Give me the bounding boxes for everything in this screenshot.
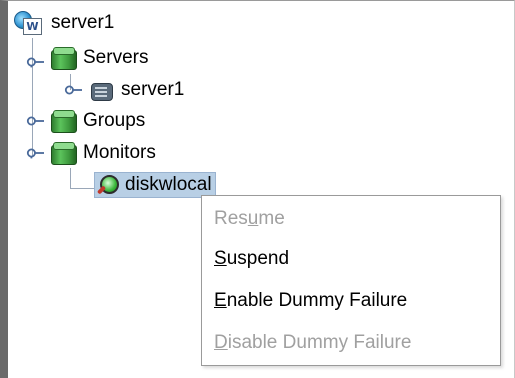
context-menu: Resume Suspend Enable Dummy Failure Disa… <box>201 195 501 366</box>
expand-handle-icon[interactable] <box>26 147 44 159</box>
menu-item-enable-dummy-failure[interactable]: Enable Dummy Failure <box>214 284 407 318</box>
tree-node-root[interactable]: W server1 <box>14 10 117 36</box>
tree-node-label: server1 <box>121 79 185 100</box>
tree-node-selected: diskwlocal <box>94 172 216 198</box>
tree-node-server1[interactable]: server1 <box>88 77 187 103</box>
tree-node-servers[interactable]: Servers <box>50 45 151 71</box>
tree-node-label: Servers <box>83 47 149 68</box>
cluster-root-icon: W <box>14 11 44 35</box>
expand-handle-icon[interactable] <box>26 56 44 68</box>
tree-node-label: diskwlocal <box>125 174 212 195</box>
group-icon <box>50 47 77 70</box>
tree-node-groups[interactable]: Groups <box>50 108 148 134</box>
tree-node-monitors[interactable]: Monitors <box>50 140 159 166</box>
monitor-icon <box>96 173 121 197</box>
tree-node-diskwlocal[interactable]: diskwlocal <box>94 172 216 198</box>
tree-node-label: Groups <box>83 110 146 131</box>
tree-line <box>70 168 71 188</box>
tree-node-label: server1 <box>51 12 115 33</box>
expand-handle-icon[interactable] <box>26 115 44 127</box>
menu-item-resume[interactable]: Resume <box>214 202 285 236</box>
group-icon <box>50 110 77 133</box>
w-icon: W <box>23 18 42 35</box>
tree-node-label: Monitors <box>83 142 156 163</box>
menu-item-disable-dummy-failure[interactable]: Disable Dummy Failure <box>214 326 411 360</box>
server-icon <box>88 79 114 101</box>
tree-line <box>70 188 94 189</box>
group-icon <box>50 142 77 165</box>
expand-handle-icon[interactable] <box>64 84 82 96</box>
menu-item-suspend[interactable]: Suspend <box>214 242 289 276</box>
